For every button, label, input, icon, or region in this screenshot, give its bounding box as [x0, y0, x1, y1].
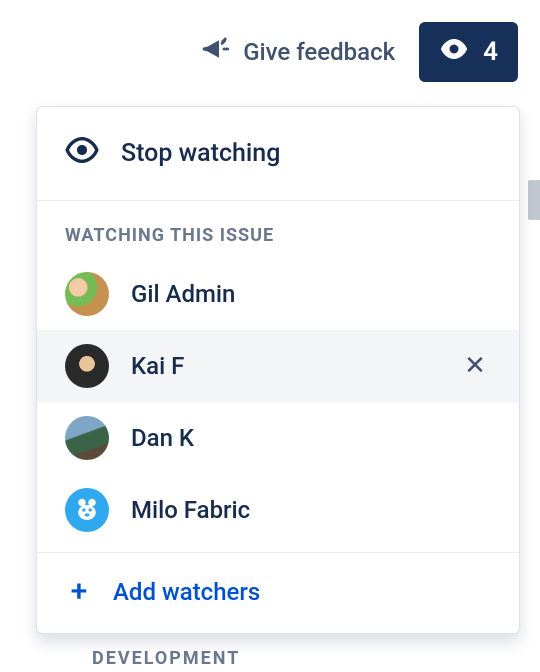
watcher-item[interactable]: Milo Fabric — [37, 474, 519, 546]
watcher-name: Kai F — [131, 352, 437, 380]
plus-icon: + — [65, 577, 93, 607]
watcher-name: Milo Fabric — [131, 496, 491, 524]
watchers-button[interactable]: 4 — [419, 22, 518, 82]
add-watchers-button[interactable]: + Add watchers — [37, 553, 519, 633]
avatar — [65, 416, 109, 460]
watcher-item[interactable]: Gil Admin — [37, 258, 519, 330]
scrollbar-hint — [528, 180, 540, 220]
avatar — [65, 272, 109, 316]
eye-icon — [65, 133, 99, 174]
avatar — [65, 344, 109, 388]
watcher-name: Dan K — [131, 424, 491, 452]
watchers-section-header: WATCHING THIS ISSUE — [37, 201, 519, 258]
watcher-name: Gil Admin — [131, 280, 491, 308]
give-feedback-label: Give feedback — [243, 38, 395, 66]
background-section-label: DEVELOPMENT — [92, 648, 240, 669]
stop-watching-label: Stop watching — [121, 139, 280, 168]
megaphone-icon — [199, 34, 229, 70]
watcher-item[interactable]: Kai F ✕ — [37, 330, 519, 402]
remove-watcher-icon[interactable]: ✕ — [459, 351, 491, 381]
give-feedback-button[interactable]: Give feedback — [199, 34, 395, 70]
watchers-count-value: 4 — [483, 37, 498, 67]
add-watchers-label: Add watchers — [113, 578, 260, 606]
watchers-dropdown: Stop watching WATCHING THIS ISSUE Gil Ad… — [36, 106, 520, 634]
avatar — [65, 488, 109, 532]
watcher-item[interactable]: Dan K — [37, 402, 519, 474]
eye-icon — [439, 34, 469, 71]
toolbar: Give feedback 4 — [0, 0, 540, 82]
stop-watching-button[interactable]: Stop watching — [37, 107, 519, 201]
